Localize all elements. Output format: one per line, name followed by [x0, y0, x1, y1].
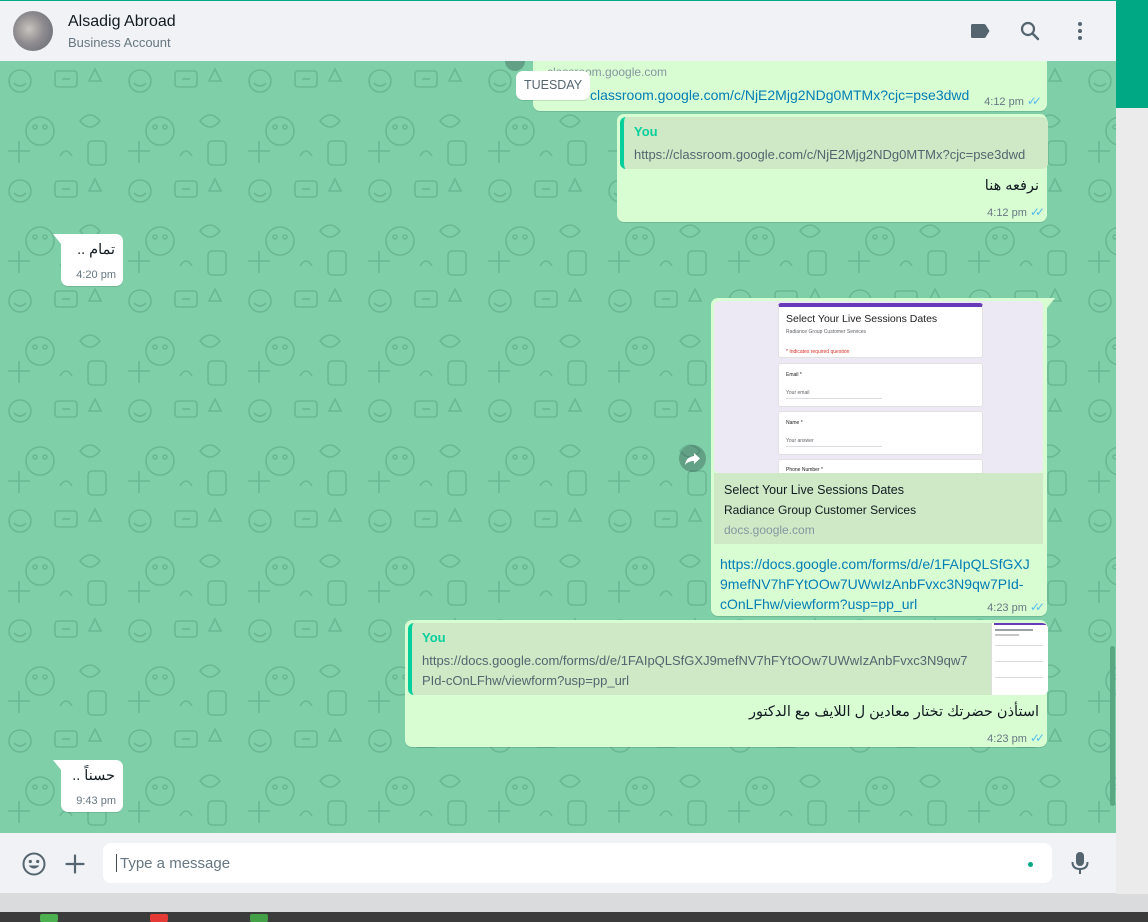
message-meta: 4:12 pm ✓✓ [987, 205, 1045, 219]
message-bubble-in[interactable]: تمام .. 4:20 pm [53, 234, 123, 286]
forward-icon[interactable] [679, 445, 706, 472]
read-ticks-icon: ✓✓ [1026, 94, 1042, 108]
form-title: Select Your Live Sessions Dates [786, 313, 938, 325]
preview-title: Select Your Live Sessions Dates [724, 483, 904, 497]
message-meta: 4:23 pm ✓✓ [987, 731, 1045, 745]
quote-text: PId-cOnLFhw/viewform?usp=pp_url [422, 673, 630, 688]
message-input[interactable]: Type a message [103, 843, 1052, 883]
quoted-message[interactable]: You https://docs.google.com/forms/d/e/1F… [408, 623, 1048, 695]
chat-header: Alsadig Abroad Business Account [0, 0, 1116, 61]
link-line: cOnLFhw/viewform?usp=pp_url [720, 596, 918, 612]
message-text: نرفعه هنا [984, 178, 1039, 194]
bubble-tail [53, 760, 61, 770]
quote-author: You [422, 630, 446, 645]
message-time: 4:20 pm [76, 269, 116, 281]
link-preview-image[interactable]: Select Your Live Sessions Dates Radiance… [714, 301, 1043, 473]
form-answer-line [786, 446, 882, 447]
form-answer: Your answer [786, 438, 814, 444]
link-line: https://docs.google.com/forms/d/e/1FAIpQ… [720, 556, 1030, 572]
form-required-note: * Indicates required question [786, 349, 850, 355]
whatsapp-window: Alsadig Abroad Business Account classroo… [0, 0, 1116, 893]
form-header-card: Select Your Live Sessions Dates Radiance… [778, 303, 983, 358]
message-input-placeholder: Type a message [120, 855, 231, 872]
message-link[interactable]: classroom.google.com/c/NjE2Mjg2NDg0MTMx?… [590, 87, 969, 103]
taskbar-app-icon[interactable] [40, 914, 58, 922]
message-time: 4:23 pm [987, 602, 1027, 614]
quote-text: https://classroom.google.com/c/NjE2Mjg2N… [634, 147, 1026, 162]
form-answer-line [786, 398, 882, 399]
avatar[interactable] [13, 11, 53, 51]
search-icon[interactable] [1018, 19, 1042, 43]
window-accent-strip [1116, 0, 1148, 108]
emoji-icon[interactable] [21, 851, 47, 877]
taskbar-app-icon[interactable] [250, 914, 268, 922]
date-separator: TUESDAY [516, 71, 590, 100]
message-text: تمام .. [77, 242, 115, 258]
message-time: 4:12 pm [984, 96, 1024, 108]
text-caret [116, 854, 117, 872]
form-question-card: Name * Your answer [778, 411, 983, 455]
message-meta: 4:23 pm ✓✓ [987, 600, 1045, 614]
menu-icon[interactable] [1068, 19, 1092, 43]
message-time: 4:12 pm [987, 207, 1027, 219]
form-question-card: Email * Your email [778, 363, 983, 407]
read-ticks-icon: ✓✓ [1029, 205, 1045, 219]
grammar-indicator-icon [1028, 862, 1033, 867]
message-bubble-out[interactable]: classroom.google.com classroom.google.co… [533, 61, 1047, 111]
chat-scrollbar[interactable] [1110, 646, 1115, 806]
quoted-message[interactable]: You https://classroom.google.com/c/NjE2M… [620, 117, 1048, 169]
contact-name[interactable]: Alsadig Abroad [68, 13, 176, 31]
background-gutter [1116, 108, 1148, 894]
attach-plus-icon[interactable] [63, 852, 87, 876]
message-meta: 4:12 pm ✓✓ [984, 94, 1042, 108]
form-question-card: Phone Number * [778, 459, 983, 473]
form-question: Name * [786, 420, 803, 426]
bubble-tail [1047, 298, 1055, 308]
microphone-icon[interactable] [1068, 850, 1092, 876]
contact-subtitle: Business Account [68, 35, 171, 50]
link-line: 9mefNV7hFYtOOw7UWwIzAnbFvxc3N9qw7PId- [720, 576, 1024, 592]
taskbar [0, 912, 1148, 922]
form-org: Radiance Group Customer Services [786, 329, 867, 335]
form-answer: Your email [786, 390, 810, 396]
link-preview-description[interactable]: Select Your Live Sessions Dates Radiance… [714, 473, 1043, 544]
message-list[interactable]: classroom.google.com classroom.google.co… [0, 61, 1116, 833]
message-text: حسناً .. [72, 768, 115, 784]
message-link[interactable]: https://docs.google.com/forms/d/e/1FAIpQ… [720, 554, 1030, 614]
message-bubble-out[interactable]: You https://classroom.google.com/c/NjE2M… [617, 114, 1048, 222]
bubble-tail [53, 234, 61, 244]
form-question: Email * [786, 372, 802, 378]
preview-domain: docs.google.com [724, 523, 815, 537]
quote-text: https://docs.google.com/forms/d/e/1FAIpQ… [422, 653, 968, 668]
read-ticks-icon: ✓✓ [1029, 600, 1045, 614]
message-bubble-in[interactable]: حسناً .. 9:43 pm [53, 760, 123, 812]
preview-description: Radiance Group Customer Services [724, 503, 917, 517]
message-text: استأذن حضرتك تختار معادين ل اللايف مع ال… [749, 704, 1039, 720]
label-icon[interactable] [968, 19, 992, 43]
message-time: 9:43 pm [76, 795, 116, 807]
quote-thumbnail [991, 623, 1048, 695]
message-bubble-out[interactable]: You https://docs.google.com/forms/d/e/1F… [405, 620, 1048, 747]
message-bubble-out[interactable]: Select Your Live Sessions Dates Radiance… [711, 298, 1055, 616]
quote-author: You [634, 124, 658, 139]
taskbar-app-icon[interactable] [150, 914, 168, 922]
message-time: 4:23 pm [987, 733, 1027, 745]
composer-bar: Type a message [0, 833, 1116, 893]
read-ticks-icon: ✓✓ [1029, 731, 1045, 745]
